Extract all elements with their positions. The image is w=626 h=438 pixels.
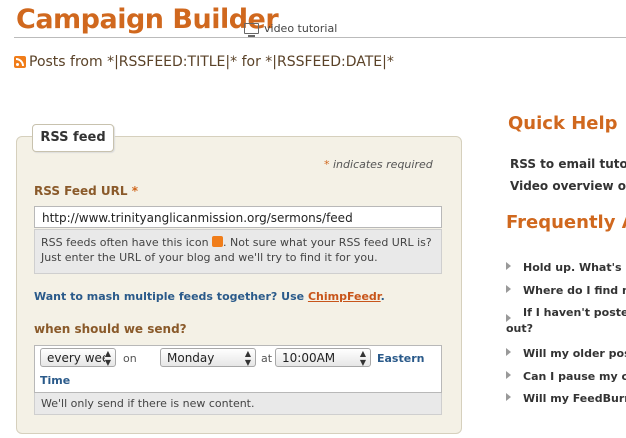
video-overview-link[interactable]: Video overview of RSS [510, 179, 626, 193]
required-note-text: indicates required [333, 158, 433, 171]
faq-item-label: Will my older posts be sent? [523, 347, 626, 360]
monitor-icon [244, 23, 259, 37]
time-select[interactable]: 10:00AM ▲ ▼ [275, 348, 371, 367]
mash-end: . [380, 290, 385, 303]
send-schedule-label: when should we send? [34, 322, 187, 336]
timezone-link-continued[interactable]: Time [40, 374, 70, 387]
triangle-right-icon [506, 285, 511, 293]
header-divider [14, 37, 626, 38]
day-select[interactable]: Monday ▲ ▼ [160, 348, 256, 367]
required-star-icon: * [131, 184, 139, 198]
hint-text-a: RSS feeds often have this icon [41, 236, 209, 249]
help-sidebar: Quick Help RSS to email tutorial Video o… [480, 100, 626, 438]
faq-item[interactable]: Can I pause my campaign? [506, 370, 626, 383]
triangle-right-icon [506, 348, 511, 356]
rss-icon [14, 56, 26, 68]
video-tutorial-label: video tutorial [264, 22, 338, 35]
time-value: 10:00AM [282, 351, 336, 365]
timezone-link[interactable]: Eastern [377, 352, 424, 365]
triangle-right-icon [506, 393, 511, 401]
video-tutorial-link[interactable]: video tutorial [244, 22, 338, 37]
faq-title: Frequently Asked Questions [506, 212, 626, 233]
frequency-select[interactable]: every week ▲▼ [40, 348, 116, 367]
rss-url-hint: RSS feeds often have this icon . Not sur… [34, 229, 442, 274]
rss-tutorial-link[interactable]: RSS to email tutorial [510, 157, 626, 171]
faq-item[interactable]: If I haven't posted anything new, will i… [506, 306, 626, 336]
chimpfeedr-link[interactable]: ChimpFeedr [308, 290, 381, 303]
triangle-right-icon [506, 314, 511, 322]
page-title: Campaign Builder [16, 4, 279, 35]
at-word: at [261, 352, 273, 365]
on-word: on [123, 352, 137, 365]
rss-icon [212, 236, 224, 247]
triangle-right-icon [506, 371, 511, 379]
only-new-content-note: We'll only send if there is new content. [34, 393, 442, 415]
faq-item[interactable]: Hold up. What's RSS? [506, 261, 626, 274]
faq-item-label: Where do I find my RSS feed? [523, 284, 626, 297]
triangle-right-icon [506, 262, 511, 270]
faq-item[interactable]: Will my older posts be sent? [506, 347, 626, 360]
faq-item-label: Hold up. What's RSS? [523, 261, 626, 274]
rss-url-label-text: RSS Feed URL [34, 184, 128, 198]
select-arrows-icon: ▲ ▼ [244, 349, 251, 367]
rss-url-input[interactable]: http://www.trinityanglicanmission.org/se… [34, 206, 442, 228]
tab-rss-feed[interactable]: RSS feed [32, 124, 114, 152]
required-note: * indicates required [324, 158, 433, 171]
day-value: Monday [167, 351, 215, 365]
select-arrows-icon: ▲ ▼ [359, 349, 366, 367]
faq-item-label: Will my FeedBurner feed work? [523, 392, 626, 405]
rss-url-label: RSS Feed URL * [34, 184, 138, 198]
faq-item-label: If I haven't posted anything new, will i… [506, 306, 626, 335]
mash-text: Want to mash multiple feeds together? Us… [34, 290, 305, 303]
subject-text: Posts from *|RSSFEED:TITLE|* for *|RSSFE… [29, 54, 394, 70]
campaign-subject: Posts from *|RSSFEED:TITLE|* for *|RSSFE… [14, 54, 394, 70]
send-schedule-box: every week ▲▼ on Monday ▲▼ at 10:00AM ▲▼… [34, 345, 442, 393]
select-arrows-icon: ▲ ▼ [104, 349, 111, 367]
mash-feeds-text: Want to mash multiple feeds together? Us… [34, 290, 385, 303]
faq-item-label: Can I pause my campaign? [523, 370, 626, 383]
faq-item[interactable]: Where do I find my RSS feed? [506, 284, 626, 297]
quick-help-title: Quick Help [508, 113, 618, 134]
required-star-icon: * [324, 158, 330, 171]
faq-item[interactable]: Will my FeedBurner feed work? [506, 392, 626, 405]
frequency-value: every week [47, 351, 105, 365]
